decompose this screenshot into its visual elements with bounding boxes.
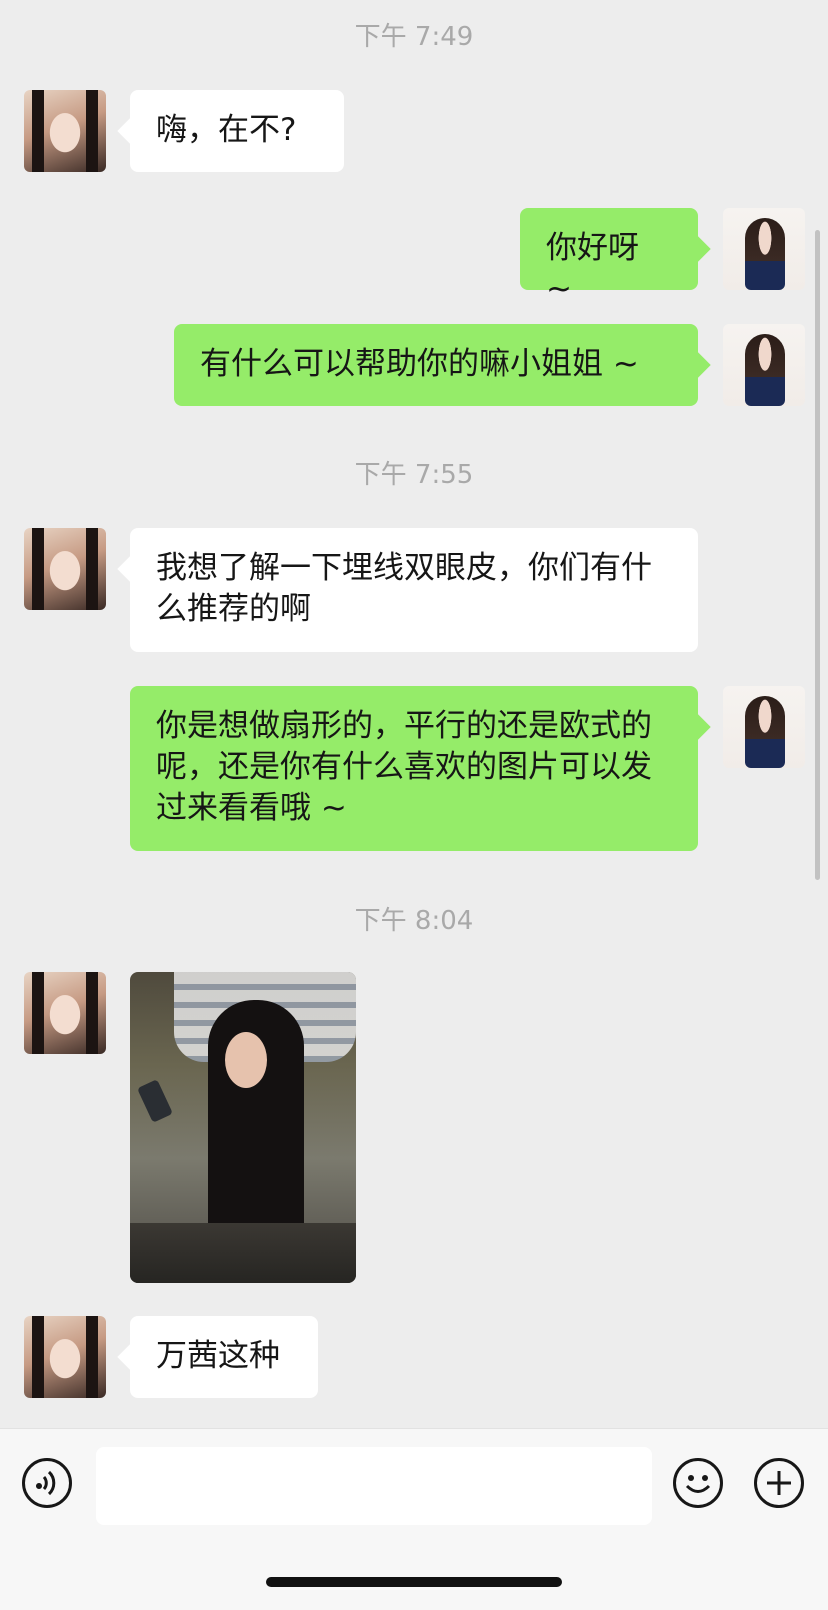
timestamp: 下午 7:49 xyxy=(354,22,474,52)
message-text: 嗨，在不? xyxy=(156,112,297,148)
home-indicator[interactable] xyxy=(266,1577,562,1587)
incoming-message[interactable]: 嗨，在不? xyxy=(130,90,344,172)
chat-window: 下午 7:49 嗨，在不? 你好呀 ~ 有什么可以帮助你的嘛小姐姐 ~ 下午 7… xyxy=(0,0,828,1428)
message-text: 你是想做扇形的，平行的还是欧式的呢，还是你有什么喜欢的图片可以发过来看看哦 ~ xyxy=(156,708,652,826)
photo-detail xyxy=(225,1032,267,1088)
outgoing-message[interactable]: 你是想做扇形的，平行的还是欧式的呢，还是你有什么喜欢的图片可以发过来看看哦 ~ xyxy=(130,686,698,851)
incoming-message[interactable]: 万茜这种 xyxy=(130,1316,318,1398)
emoji-icon xyxy=(685,1475,711,1493)
contact-avatar[interactable] xyxy=(24,90,106,172)
message-text: 有什么可以帮助你的嘛小姐姐 ~ xyxy=(200,346,639,382)
contact-avatar[interactable] xyxy=(24,528,106,610)
scrollbar[interactable] xyxy=(815,230,820,880)
plus-icon xyxy=(767,1471,791,1495)
outgoing-message[interactable]: 你好呀 ~ xyxy=(520,208,698,307)
timestamp: 下午 7:55 xyxy=(354,460,474,490)
my-avatar[interactable] xyxy=(723,208,805,290)
my-avatar[interactable] xyxy=(723,324,805,406)
more-button[interactable] xyxy=(754,1458,804,1508)
photo-detail xyxy=(137,1079,173,1123)
timestamp: 下午 8:04 xyxy=(354,906,474,936)
voice-button[interactable] xyxy=(22,1458,72,1508)
photo-detail xyxy=(130,1223,356,1283)
voice-icon xyxy=(36,1470,56,1496)
image-message[interactable] xyxy=(130,972,356,1283)
emoji-button[interactable] xyxy=(673,1458,723,1508)
contact-avatar[interactable] xyxy=(24,1316,106,1398)
message-text: 你好呀 ~ xyxy=(546,230,639,307)
message-text: 我想了解一下埋线双眼皮，你们有什么推荐的啊 xyxy=(156,550,652,627)
message-input[interactable] xyxy=(96,1447,652,1525)
contact-avatar[interactable] xyxy=(24,972,106,1054)
incoming-message[interactable]: 我想了解一下埋线双眼皮，你们有什么推荐的啊 xyxy=(130,528,698,652)
my-avatar[interactable] xyxy=(723,686,805,768)
message-text: 万茜这种 xyxy=(156,1338,280,1374)
outgoing-message[interactable]: 有什么可以帮助你的嘛小姐姐 ~ xyxy=(174,324,698,406)
